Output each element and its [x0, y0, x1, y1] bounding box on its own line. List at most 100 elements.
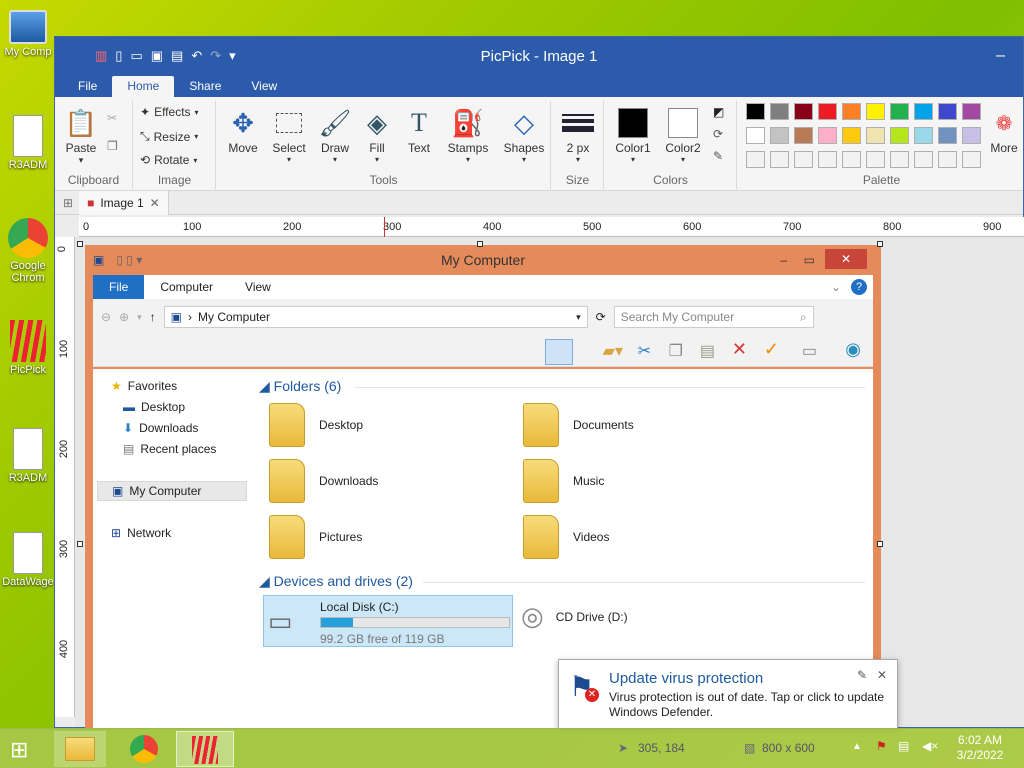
copy-icon[interactable]: ❐ — [107, 139, 118, 153]
pin-icon[interactable]: ✎ — [857, 668, 867, 682]
select-button[interactable]: Select ▾ — [269, 105, 309, 164]
image-tab-icon: ■ — [87, 195, 95, 210]
palette-swatch[interactable] — [938, 127, 957, 144]
palette-swatch[interactable] — [866, 103, 885, 120]
desktop-icon-mycomputer[interactable]: My Comp — [0, 10, 56, 58]
stamps-label: Stamps — [447, 141, 489, 155]
reset-colors-icon[interactable]: ⟳ — [713, 127, 723, 141]
palette-swatch[interactable] — [890, 103, 909, 120]
palette-swatch[interactable] — [866, 151, 885, 168]
folder-icon — [269, 515, 305, 559]
resize-handle[interactable] — [877, 541, 883, 547]
cut-icon: ✂ — [637, 343, 651, 360]
size-button[interactable]: 2 px ▾ — [558, 105, 598, 164]
search-placeholder: Search My Computer — [620, 310, 735, 324]
horizontal-ruler: 0 100 200 300 400 500 600 700 800 900 — [79, 217, 1024, 237]
palette-swatch[interactable] — [794, 151, 813, 168]
taskbar-picpick[interactable] — [176, 731, 234, 767]
drive-name: CD Drive (D:) — [555, 609, 628, 624]
text-button[interactable]: T Text — [399, 105, 439, 155]
tray-clock[interactable]: 6:02 AM 3/2/2022 — [950, 733, 1010, 763]
desktop-icon-r3adm-2[interactable]: R3ADM — [0, 428, 56, 484]
palette-swatch[interactable] — [746, 103, 765, 120]
nav-label: My Computer — [129, 484, 202, 498]
move-button[interactable]: ✥ Move — [223, 105, 263, 156]
effects-button[interactable]: ✦ Effects ▾ — [140, 105, 199, 119]
color2-button[interactable]: Color2 ▾ — [661, 105, 705, 164]
palette-swatch[interactable] — [842, 151, 861, 168]
palette-swatch[interactable] — [938, 103, 957, 120]
palette-swatch[interactable] — [938, 151, 957, 168]
palette-swatch[interactable] — [794, 127, 813, 144]
tray-chevron-icon[interactable]: ▲ — [852, 741, 862, 752]
desktop-icon-label: PicPick — [9, 364, 47, 376]
resize-handle[interactable] — [77, 541, 83, 547]
palette-swatch[interactable] — [890, 127, 909, 144]
select-label: Select — [272, 141, 306, 155]
defender-tray-icon[interactable]: ⚑ — [876, 739, 887, 753]
palette-swatch[interactable] — [770, 127, 789, 144]
taskbar-explorer[interactable] — [54, 731, 106, 767]
palette-swatch[interactable] — [914, 151, 933, 168]
menu-home[interactable]: Home — [112, 76, 175, 97]
rename-icon: ▭ — [801, 343, 817, 360]
palette-swatch[interactable] — [842, 127, 861, 144]
desktop-icon-chrome[interactable]: Google Chrom — [0, 218, 56, 284]
chevron-right-icon: › — [188, 310, 192, 324]
volume-muted-icon[interactable]: ◀× — [922, 739, 938, 753]
explorer-tab-computer: Computer — [160, 280, 214, 294]
palette-swatch[interactable] — [890, 151, 909, 168]
folder-icon — [269, 403, 305, 447]
windows-start-icon[interactable]: ⊞ — [10, 737, 28, 763]
cursor-icon: ➤ — [618, 741, 629, 755]
close-tab-icon[interactable]: ✕ — [150, 196, 160, 210]
stamps-button[interactable]: ⛽ Stamps ▾ — [443, 105, 493, 165]
network-tray-icon[interactable]: ▤ — [898, 739, 909, 753]
cut-icon[interactable]: ✂ — [107, 111, 117, 125]
palette-swatch[interactable] — [842, 103, 861, 120]
explorer-titlebar: ▣ ▯ ▯ ▾ My Computer – ▭ ✕ — [93, 245, 873, 275]
rotate-button[interactable]: ⟲ Rotate ▾ — [140, 153, 197, 167]
ruler-tick: 500 — [583, 221, 602, 233]
tab-image-1[interactable]: ■ Image 1 ✕ — [79, 190, 169, 215]
palette-swatch[interactable] — [914, 103, 933, 120]
defender-notification[interactable]: ⚑ ✕ Update virus protection Virus protec… — [558, 659, 898, 729]
palette-swatch[interactable] — [818, 103, 837, 120]
palette-swatch[interactable] — [746, 127, 765, 144]
minimize-button[interactable]: – — [996, 47, 1005, 65]
resize-button[interactable]: ⤡ Resize ▾ — [140, 129, 198, 144]
close-icon[interactable]: ✕ — [877, 668, 887, 682]
menu-file[interactable]: File — [63, 76, 112, 97]
palette-swatch[interactable] — [770, 151, 789, 168]
fill-button[interactable]: ◈ Fill ▾ — [357, 105, 397, 165]
desktop-icon-datawage[interactable]: DataWage — [0, 532, 56, 588]
palette-swatch[interactable] — [962, 103, 981, 120]
captured-explorer-window[interactable]: ▣ ▯ ▯ ▾ My Computer – ▭ ✕ File Computer … — [85, 245, 881, 729]
palette-swatch[interactable] — [770, 103, 789, 120]
palette-swatch[interactable] — [746, 151, 765, 168]
resize-handle[interactable] — [477, 241, 483, 247]
grid-view-icon[interactable]: ⊞ — [63, 196, 73, 210]
eyedropper-icon[interactable]: ✎ — [713, 149, 723, 163]
palette-swatch[interactable] — [866, 127, 885, 144]
expand-ribbon-icon: ⌄ — [830, 280, 841, 294]
color1-button[interactable]: Color1 ▾ — [611, 105, 655, 164]
palette-swatch[interactable] — [818, 151, 837, 168]
palette-swatch[interactable] — [962, 151, 981, 168]
desktop-icon-r3adm-1[interactable]: R3ADM — [0, 115, 56, 171]
more-colors-button[interactable]: ❁ More — [986, 105, 1022, 156]
paste-button[interactable]: 📋 Paste ▾ — [61, 105, 101, 166]
palette-swatch[interactable] — [914, 127, 933, 144]
menu-view[interactable]: View — [236, 76, 292, 97]
resize-handle[interactable] — [77, 241, 83, 247]
palette-swatch[interactable] — [818, 127, 837, 144]
desktop-icon-picpick[interactable]: PicPick — [0, 320, 56, 376]
menu-share[interactable]: Share — [174, 76, 236, 97]
draw-button[interactable]: 🖌 Draw ▾ — [315, 105, 355, 165]
swap-colors-icon[interactable]: ◩ — [713, 105, 724, 119]
resize-handle[interactable] — [877, 241, 883, 247]
palette-swatch[interactable] — [794, 103, 813, 120]
palette-swatch[interactable] — [962, 127, 981, 144]
shapes-button[interactable]: ◇ Shapes ▾ — [499, 105, 549, 165]
taskbar-chrome[interactable] — [118, 731, 170, 767]
